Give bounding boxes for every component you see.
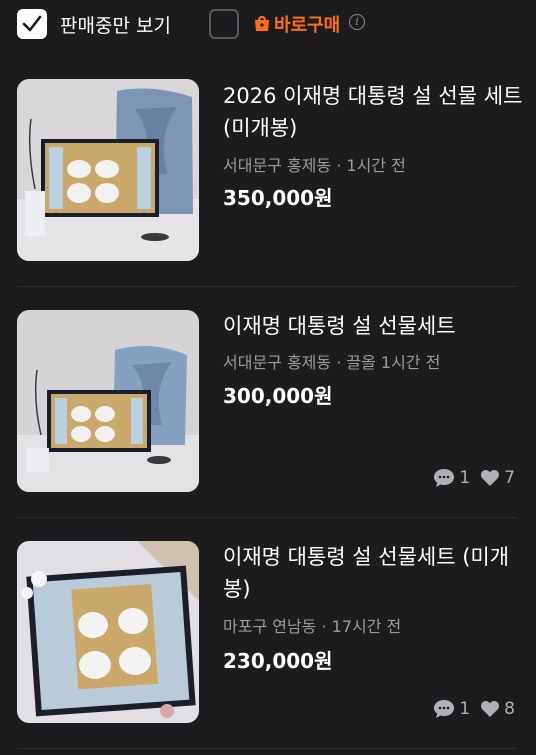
- filter-bar: 판매중만 보기 바로구매 i: [0, 0, 536, 50]
- listing-price: 350,000원: [223, 186, 333, 210]
- direct-purchase-label: 바로구매: [274, 15, 341, 36]
- listing-price: 300,000원: [223, 384, 333, 408]
- listing-title: 이재명 대통령 설 선물세트: [223, 314, 456, 338]
- heart-icon: [481, 701, 500, 717]
- on-sale-only-checkbox[interactable]: [17, 9, 47, 39]
- chat-count: 1: [459, 468, 471, 488]
- listing-thumbnail: [17, 79, 199, 261]
- listing-thumbnail: [17, 310, 199, 492]
- heart-icon: [481, 470, 500, 486]
- on-sale-only-label[interactable]: 판매중만 보기: [60, 11, 171, 38]
- info-icon[interactable]: i: [349, 14, 365, 30]
- listing-title: 2026 이재명 대통령 설 선물 세트 (미개봉): [223, 84, 523, 140]
- chat-bubble-icon: [434, 469, 455, 487]
- divider: [17, 517, 517, 518]
- listing-meta: 서대문구 홍제동 · 1시간 전: [223, 156, 406, 175]
- listing-meta: 마포구 연남동 · 17시간 전: [223, 617, 402, 636]
- divider: [17, 748, 517, 749]
- like-count: 8: [504, 699, 515, 719]
- chat-count: 1: [459, 699, 471, 719]
- listing-meta: 서대문구 홍제동 · 끌올 1시간 전: [223, 353, 441, 372]
- chat-bubble-icon: [434, 700, 455, 718]
- carrot-bag-icon: [255, 15, 269, 31]
- listing-thumbnail: [17, 541, 199, 723]
- like-count: 7: [504, 468, 515, 488]
- listing-counts: 1 8: [433, 698, 515, 720]
- listing-title: 이재명 대통령 설 선물세트 (미개봉): [223, 545, 510, 601]
- direct-purchase-checkbox[interactable]: [209, 9, 239, 39]
- check-icon: [22, 15, 42, 32]
- listing-price: 230,000원: [223, 649, 333, 673]
- listing-counts: 1 7: [433, 467, 515, 489]
- divider: [17, 286, 517, 287]
